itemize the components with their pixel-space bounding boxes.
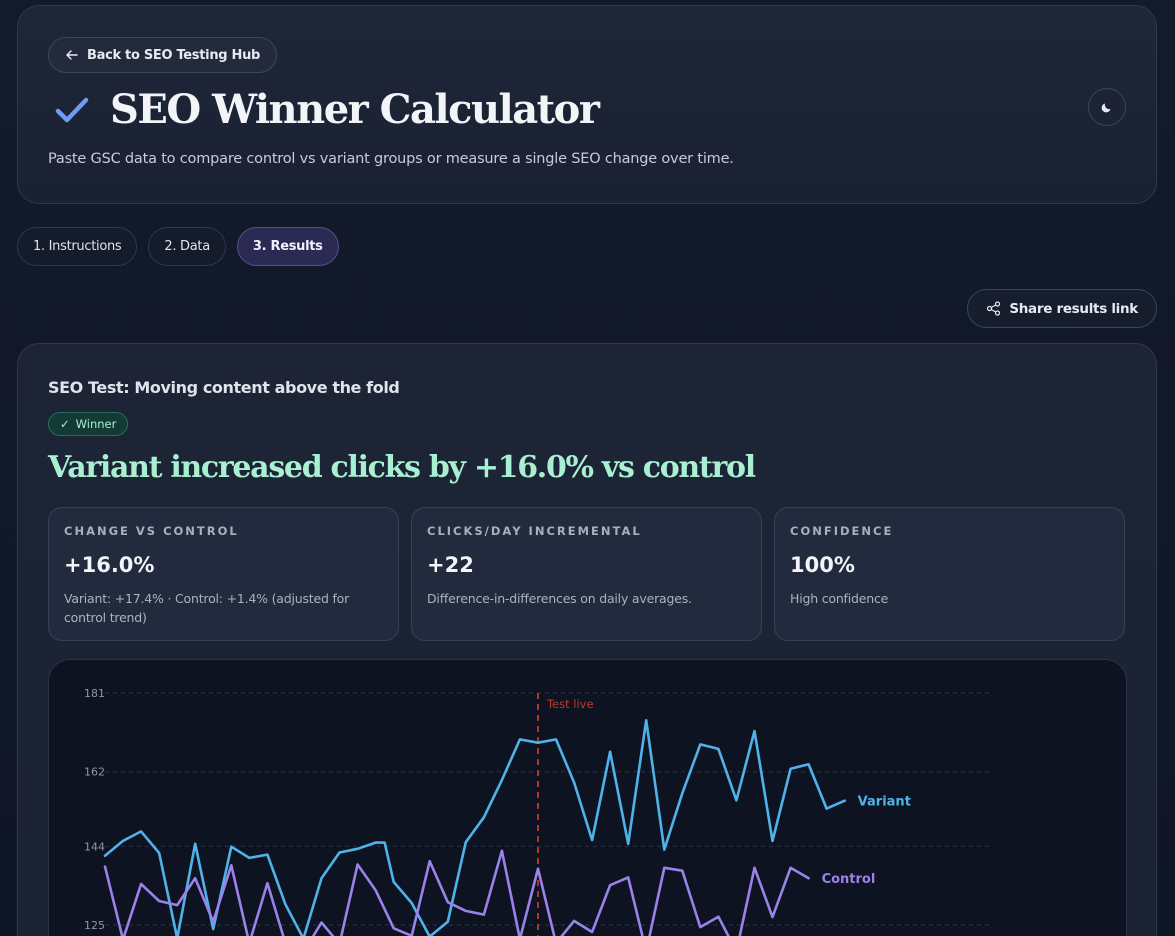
y-tick-label: 125 bbox=[84, 919, 105, 932]
page-title: SEO Winner Calculator bbox=[110, 86, 600, 133]
header-card: Back to SEO Testing Hub SEO Winner Calcu… bbox=[17, 5, 1157, 204]
tab-instructions[interactable]: 1. Instructions bbox=[17, 227, 138, 266]
series-line-control bbox=[103, 849, 810, 936]
clicks-chart: 125 144 162 181 Test live Variant Control bbox=[48, 659, 1127, 936]
title-row: SEO Winner Calculator bbox=[54, 86, 600, 133]
results-card: SEO Test: Moving content above the fold … bbox=[17, 343, 1157, 936]
series-label-variant: Variant bbox=[858, 795, 911, 810]
share-results-label: Share results link bbox=[1009, 300, 1138, 317]
y-tick-label: 181 bbox=[84, 687, 105, 700]
metric-description: Variant: +17.4% · Control: +1.4% (adjust… bbox=[64, 591, 350, 625]
metric-label: CONFIDENCE bbox=[790, 524, 894, 538]
metric-clicks-incremental: CLICKS/DAY INCREMENTAL +22 Difference-in… bbox=[411, 507, 762, 641]
tab-results[interactable]: 3. Results bbox=[236, 227, 339, 266]
metric-description: High confidence bbox=[790, 591, 889, 606]
tab-data[interactable]: 2. Data bbox=[148, 227, 226, 266]
arrow-left-icon bbox=[66, 50, 78, 60]
metric-value: +16.0% bbox=[64, 553, 155, 577]
series-line-variant bbox=[103, 718, 847, 936]
share-results-button[interactable]: Share results link bbox=[967, 289, 1157, 328]
metric-change-vs-control: CHANGE VS CONTROL +16.0% Variant: +17.4%… bbox=[48, 507, 399, 641]
result-headline: Variant increased clicks by +16.0% vs co… bbox=[48, 450, 756, 485]
y-tick-label: 162 bbox=[84, 766, 105, 779]
step-tabs: 1. Instructions 2. Data 3. Results bbox=[17, 227, 339, 266]
winner-badge: ✓ Winner bbox=[48, 412, 129, 436]
winner-badge-label: Winner bbox=[75, 417, 117, 431]
metric-value: 100% bbox=[790, 553, 855, 577]
y-tick-label: 144 bbox=[84, 840, 105, 853]
metric-description: Difference-in-differences on daily avera… bbox=[427, 591, 692, 606]
checkmark-icon: ✓ bbox=[60, 417, 70, 431]
test-live-label: Test live bbox=[546, 697, 594, 711]
moon-icon bbox=[1101, 103, 1111, 113]
series-label-control: Control bbox=[822, 872, 876, 887]
back-button-label: Back to SEO Testing Hub bbox=[87, 47, 261, 63]
theme-toggle-button[interactable] bbox=[1088, 88, 1126, 126]
metric-label: CHANGE VS CONTROL bbox=[64, 524, 239, 538]
back-button[interactable]: Back to SEO Testing Hub bbox=[48, 37, 278, 73]
metric-label: CLICKS/DAY INCREMENTAL bbox=[427, 524, 642, 538]
page-subtitle: Paste GSC data to compare control vs var… bbox=[48, 151, 734, 167]
clicks-chart-svg: 125 144 162 181 Test live Variant Control bbox=[84, 687, 989, 936]
share-icon bbox=[987, 301, 1001, 316]
test-name: SEO Test: Moving content above the fold bbox=[48, 378, 400, 397]
metric-value: +22 bbox=[427, 553, 474, 577]
check-icon bbox=[55, 97, 89, 122]
metric-confidence: CONFIDENCE 100% High confidence bbox=[774, 507, 1125, 641]
